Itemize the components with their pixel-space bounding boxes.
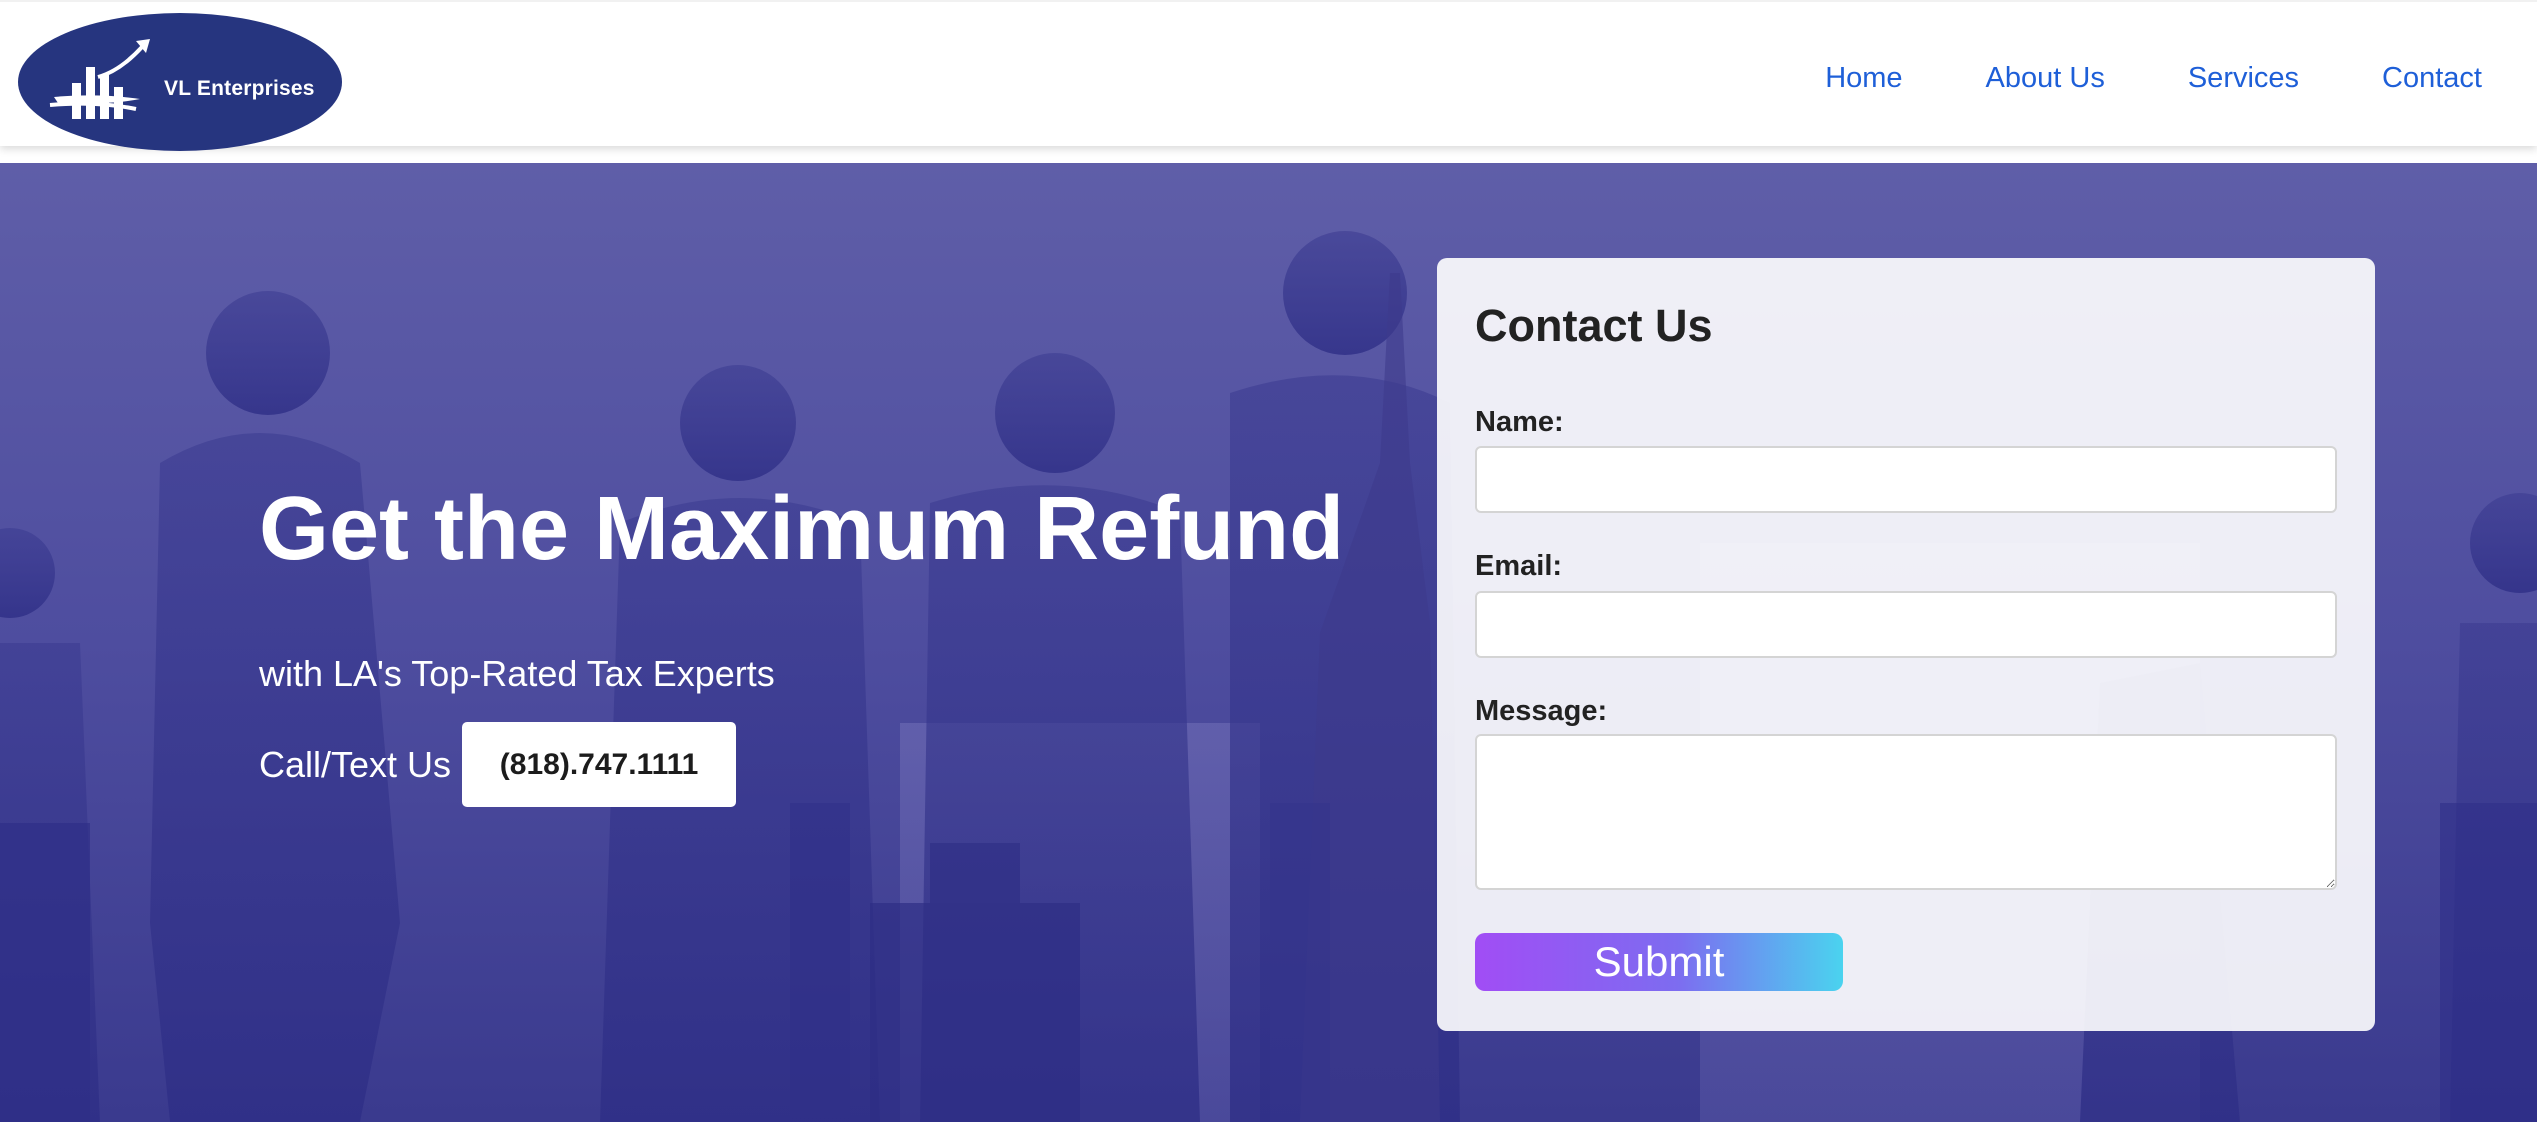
bar-chart-growth-icon [49, 39, 150, 119]
name-input[interactable] [1475, 446, 2337, 513]
hero-section: Get the Maximum Refund with LA's Top-Rat… [0, 163, 2537, 1122]
hero-subtitle: with LA's Top-Rated Tax Experts [259, 653, 775, 694]
email-input[interactable] [1475, 591, 2337, 658]
nav-about-link[interactable]: About Us [1986, 62, 2105, 95]
phone-number-button[interactable]: (818).747.1111 [462, 722, 737, 807]
message-label: Message: [1475, 695, 1608, 727]
main-nav: Home About Us Services Contact [1825, 62, 2482, 95]
brand-logo[interactable]: VL Enterprises [18, 13, 342, 151]
site-header: VL Enterprises Home About Us Services Co… [0, 0, 2537, 151]
contact-form-title: Contact Us [1475, 300, 1713, 351]
hero-title: Get the Maximum Refund [259, 479, 1345, 579]
nav-home-link[interactable]: Home [1825, 62, 1902, 95]
name-label: Name: [1475, 406, 1564, 438]
contact-form: Contact Us Name: Email: Message: Submit [1437, 258, 2375, 1031]
message-textarea[interactable] [1475, 734, 2337, 890]
nav-contact-link[interactable]: Contact [2382, 62, 2482, 95]
call-text-label: Call/Text Us [259, 743, 452, 785]
submit-button[interactable]: Submit [1475, 933, 1843, 991]
nav-services-link[interactable]: Services [2188, 62, 2299, 95]
brand-name: VL Enterprises [164, 77, 315, 100]
email-label: Email: [1475, 550, 1563, 582]
call-row: Call/Text Us (818).747.1111 [259, 722, 737, 807]
